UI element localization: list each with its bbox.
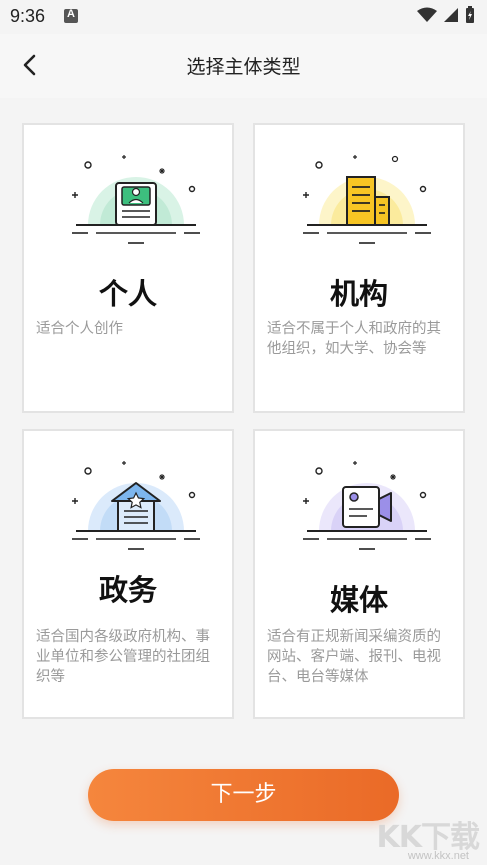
card-title: 个人: [98, 277, 157, 311]
building-icon: [303, 155, 431, 244]
video-camera-icon: [303, 461, 431, 550]
status-icons: [417, 6, 475, 24]
notification-icon: [64, 8, 78, 23]
card-title: 媒体: [329, 583, 388, 617]
government-star-building-icon: [72, 461, 200, 550]
person-id-card-icon: [72, 155, 200, 244]
card-personal[interactable]: 个人 适合个人创作: [22, 123, 234, 413]
signal-icon: [444, 8, 458, 22]
card-government[interactable]: 政务 适合国内各级政府机构、事业单位和参公管理的社团组织等: [22, 429, 234, 719]
card-description: 适合国内各级政府机构、事业单位和参公管理的社团组织等: [36, 629, 210, 685]
watermark-url: www.kkx.net: [407, 850, 469, 862]
next-step-button[interactable]: 下一步: [88, 769, 399, 821]
status-time: 9:36: [10, 6, 46, 26]
battery-icon: [466, 6, 474, 23]
card-organization[interactable]: 机构 适合不属于个人和政府的其他组织，如大学、协会等: [253, 123, 465, 413]
page-title: 选择主体类型: [186, 56, 301, 78]
status-bar: 9:36: [0, 0, 487, 34]
card-media[interactable]: 媒体 适合有正规新闻采编资质的网站、客户端、报刊、电视台、电台等媒体: [253, 429, 465, 719]
app-bar: 选择主体类型: [0, 34, 487, 98]
card-description: 适合不属于个人和政府的其他组织，如大学、协会等: [267, 321, 441, 357]
watermark: KK下载 www.kkx.net: [359, 812, 480, 864]
card-description: 适合个人创作: [36, 321, 123, 337]
card-title: 政务: [98, 573, 157, 607]
card-title: 机构: [329, 277, 388, 311]
wifi-icon: [417, 7, 437, 22]
card-description: 适合有正规新闻采编资质的网站、客户端、报刊、电视台、电台等媒体: [267, 629, 441, 685]
